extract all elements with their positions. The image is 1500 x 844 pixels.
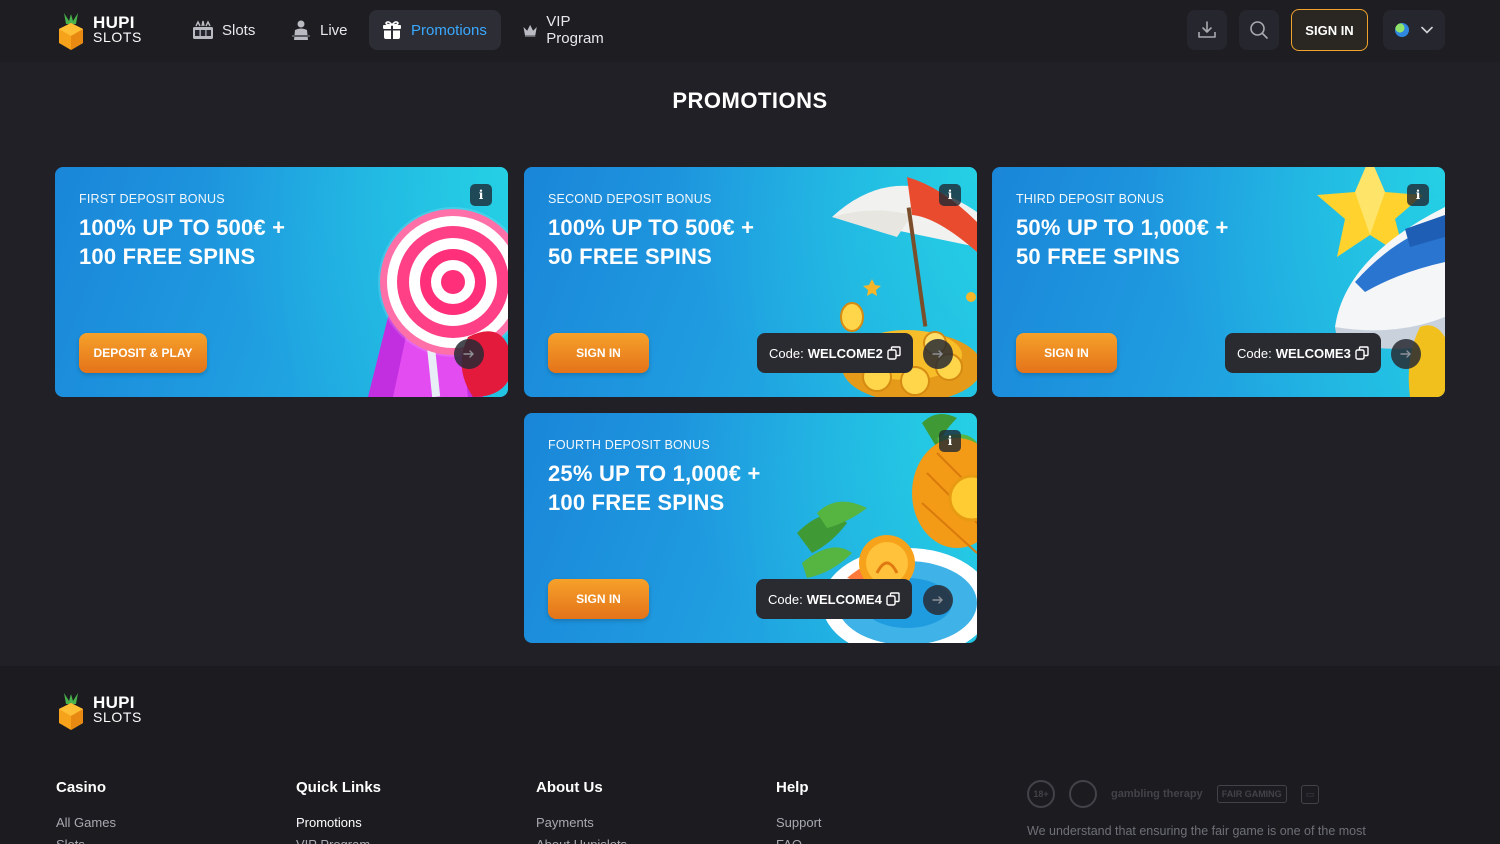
footer-heading: Casino [56,779,107,796]
code-label: Code: [769,345,804,361]
promo-code: WELCOME2 [807,345,883,361]
card-subtitle: FIRST DEPOSIT BONUS [79,192,225,206]
logo-text-hupi: HUPI [93,13,135,32]
download-icon [1198,21,1216,38]
card-subtitle: FOURTH DEPOSIT BONUS [548,438,710,452]
arrow-right-button[interactable] [923,585,953,615]
nav-label-slots: Slots [222,21,256,39]
gambling-therapy-badge[interactable]: gambling therapy [1111,789,1203,800]
logo-text-slots: SLOTS [93,709,142,725]
gift-icon [383,21,401,39]
header-sign-in-button[interactable]: SIGN IN [1291,9,1368,51]
card-title: 25% UP TO 1,000€ + 100 FREE SPINS [548,461,761,515]
crown-icon [523,24,537,37]
footer-link[interactable]: Payments [536,812,627,834]
footer-heading: Quick Links [296,779,382,796]
card-title: 100% UP TO 500€ + 50 FREE SPINS [548,215,755,269]
footer-link[interactable]: VIP Program [296,834,381,844]
footer-column-casino: Casino All Games Slots [56,779,116,844]
nav-item-slots[interactable]: Slots [180,10,267,50]
pineapple-logo-icon [59,13,83,50]
footer-column-quick-links: Quick Links Promotions VIP Program [296,779,381,844]
card-subtitle: THIRD DEPOSIT BONUS [1016,192,1165,206]
nav-label-vip: VIP Program [546,13,604,47]
search-icon [1250,21,1268,39]
footer-link[interactable]: Support [776,812,822,834]
promo-code: WELCOME3 [1275,345,1351,361]
promo-card-third-deposit[interactable]: THIRD DEPOSIT BONUS 50% UP TO 1,000€ + 5… [992,167,1445,397]
footer-heading: Help [776,779,809,796]
nav-item-vip-program[interactable]: VIP Program [510,10,622,50]
slot-machine-icon [193,20,213,39]
search-button[interactable] [1239,10,1279,50]
arrow-right-button[interactable] [454,339,484,369]
arrow-right-icon [932,596,943,604]
promo-code: WELCOME4 [806,591,882,607]
footer-link[interactable]: Promotions [296,812,381,834]
info-icon[interactable]: i [1407,184,1429,206]
logo-text-slots: SLOTS [93,29,142,45]
promo-code-copy[interactable]: Code: WELCOME4 [756,579,912,619]
fair-gaming-badge[interactable]: FAIR GAMING [1216,785,1287,803]
card-sign-in-button[interactable]: SIGN IN [548,333,649,373]
globe-icon [1395,23,1409,37]
copy-icon [1355,346,1369,360]
info-icon[interactable]: i [470,184,492,206]
promo-code-copy[interactable]: Code: WELCOME3 [1225,333,1381,373]
nav-label-live: Live [320,21,348,39]
arrow-right-icon [1400,350,1411,358]
seal-badge-icon[interactable] [1069,780,1097,808]
site-footer: HUPI SLOTS Casino All Games Slots Quick … [0,666,1500,844]
age-18-badge[interactable]: 18+ [1027,780,1055,808]
info-icon[interactable]: i [939,430,961,452]
promo-card-second-deposit[interactable]: SECOND DEPOSIT BONUS 100% UP TO 500€ + 5… [524,167,977,397]
promo-code-copy[interactable]: Code: WELCOME2 [757,333,913,373]
responsible-gaming-badges: 18+ gambling therapy FAIR GAMING ▭ [1027,779,1320,809]
nav-label-promotions: Promotions [411,21,487,39]
footer-link[interactable]: About Hupislots [536,834,627,844]
card-sign-in-button[interactable]: SIGN IN [1016,333,1117,373]
deposit-and-play-button[interactable]: DEPOSIT & PLAY [79,333,207,373]
code-label: Code: [768,591,803,607]
footer-brand-logo[interactable]: HUPI SLOTS [56,691,156,731]
copy-icon [887,346,901,360]
download-button[interactable] [1187,10,1227,50]
footer-link[interactable]: All Games [56,812,116,834]
promo-card-first-deposit[interactable]: FIRST DEPOSIT BONUS 100% UP TO 500€ + 10… [55,167,508,397]
language-selector[interactable] [1383,10,1445,50]
footer-link[interactable]: Slots [56,834,116,844]
brand-logo[interactable]: HUPI SLOTS [56,11,156,51]
nav-item-promotions[interactable]: Promotions [369,10,501,50]
footer-heading: About Us [536,779,603,796]
arrow-right-icon [463,350,474,358]
dealer-icon [292,20,310,40]
code-label: Code: [1237,345,1272,361]
card-sign-in-button[interactable]: SIGN IN [548,579,649,619]
pineapple-logo-icon [59,693,83,730]
arrow-right-icon [932,350,943,358]
card-title: 100% UP TO 500€ + 100 FREE SPINS [79,215,286,269]
nav-item-live[interactable]: Live [278,10,360,50]
info-icon[interactable]: i [939,184,961,206]
card-subtitle: SECOND DEPOSIT BONUS [548,192,712,206]
footer-column-about-us: About Us Payments About Hupislots [536,779,627,844]
card-title: 50% UP TO 1,000€ + 50 FREE SPINS [1016,215,1229,269]
chevron-down-icon [1421,26,1433,34]
promo-card-fourth-deposit[interactable]: FOURTH DEPOSIT BONUS 25% UP TO 1,000€ + … [524,413,977,643]
copy-icon [886,592,900,606]
footer-column-help: Help Support FAQ [776,779,822,844]
certificate-badge-icon[interactable]: ▭ [1300,784,1320,804]
top-header: HUPI SLOTS Slots Live Promotions VIP Pro… [0,0,1500,62]
page-title: PROMOTIONS [672,88,828,113]
footer-link[interactable]: FAQ [776,834,822,844]
arrow-right-button[interactable] [1391,339,1421,369]
logo-text-hupi: HUPI [93,693,135,712]
arrow-right-button[interactable] [923,339,953,369]
fair-game-text: We understand that ensuring the fair gam… [1027,824,1366,838]
